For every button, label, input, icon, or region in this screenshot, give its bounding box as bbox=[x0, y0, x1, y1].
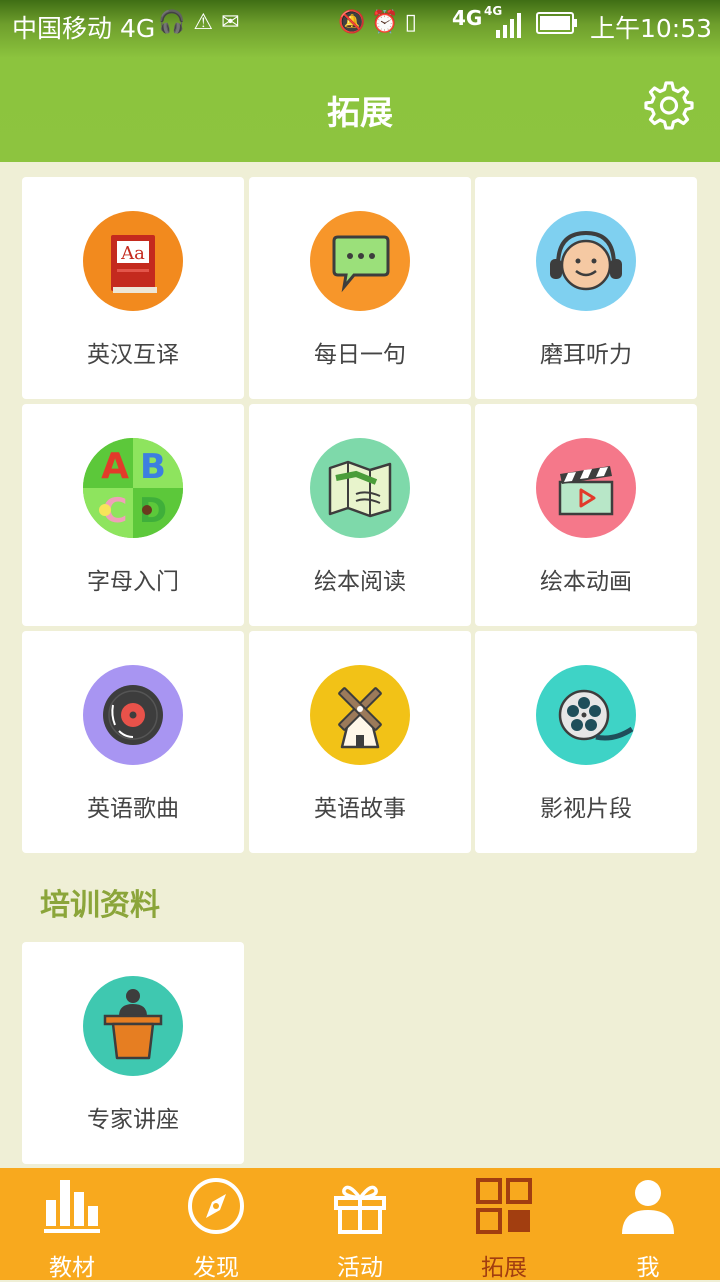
nav-label: 活动 bbox=[337, 1255, 383, 1281]
svg-text:B: B bbox=[140, 447, 166, 487]
nav-item-discover[interactable]: 发现 bbox=[144, 1168, 288, 1281]
svg-text:Aa: Aa bbox=[120, 243, 145, 264]
nav-item-activities[interactable]: 活动 bbox=[288, 1168, 432, 1281]
svg-text:A: A bbox=[101, 446, 129, 487]
tile-daily-sentence[interactable]: 每日一句 bbox=[249, 177, 471, 399]
tile-picture-book-animation[interactable]: 绘本动画 bbox=[475, 404, 697, 626]
tile-label: 磨耳听力 bbox=[540, 342, 632, 368]
chat-bubble-icon bbox=[310, 211, 410, 311]
nav-label: 发现 bbox=[193, 1255, 239, 1281]
nav-item-textbook[interactable]: 教材 bbox=[0, 1168, 144, 1281]
user-icon bbox=[622, 1180, 674, 1234]
section-title-training: 培训资料 bbox=[40, 888, 160, 923]
headphones-face-icon bbox=[536, 211, 636, 311]
gift-icon bbox=[334, 1185, 386, 1234]
mute-alarm-sim-icons: 🔕⏰▯ bbox=[338, 10, 423, 35]
tile-alphabet-intro[interactable]: A B C D 字母入门 bbox=[22, 404, 244, 626]
nav-label: 教材 bbox=[49, 1255, 95, 1281]
nav-item-me[interactable]: 我 bbox=[576, 1168, 720, 1281]
nav-item-expand[interactable]: 拓展 bbox=[432, 1168, 576, 1281]
grid-icon bbox=[476, 1178, 532, 1234]
tile-label: 绘本动画 bbox=[540, 569, 632, 595]
settings-gear-icon[interactable] bbox=[644, 80, 694, 130]
bar-chart-icon bbox=[44, 1180, 100, 1233]
battery-icon bbox=[536, 12, 577, 34]
tile-label: 英汉互译 bbox=[87, 342, 179, 368]
status-bar: 中国移动 4G 🎧⚠✉ 🔕⏰▯ 4G 4G 上午10:53 bbox=[0, 0, 720, 50]
tile-picture-book-reading[interactable]: 绘本阅读 bbox=[249, 404, 471, 626]
film-reel-icon bbox=[536, 665, 636, 765]
open-map-book-icon bbox=[310, 438, 410, 538]
notification-icons: 🎧⚠✉ bbox=[158, 10, 248, 35]
tile-label: 英语故事 bbox=[314, 796, 406, 822]
vinyl-record-icon bbox=[83, 665, 183, 765]
tile-film-clips[interactable]: 影视片段 bbox=[475, 631, 697, 853]
dictionary-book-icon: Aa bbox=[83, 211, 183, 311]
tile-label: 专家讲座 bbox=[87, 1107, 179, 1133]
tile-expert-lectures[interactable]: 专家讲座 bbox=[22, 942, 244, 1164]
tile-english-chinese-translate[interactable]: Aa 英汉互译 bbox=[22, 177, 244, 399]
tile-english-stories[interactable]: 英语故事 bbox=[249, 631, 471, 853]
lecturer-podium-icon bbox=[83, 976, 183, 1076]
bottom-navigation: 教材 发现 活动 拓展 我 bbox=[0, 1168, 720, 1281]
tile-label: 英语歌曲 bbox=[87, 796, 179, 822]
page-title: 拓展 bbox=[327, 93, 393, 132]
alphabet-blocks-icon: A B C D bbox=[83, 438, 183, 538]
tile-english-songs[interactable]: 英语歌曲 bbox=[22, 631, 244, 853]
tile-label: 每日一句 bbox=[314, 342, 406, 368]
clock-time: 上午10:53 bbox=[590, 14, 713, 43]
nav-label: 拓展 bbox=[481, 1255, 527, 1281]
tile-label: 绘本阅读 bbox=[314, 569, 406, 595]
app-header: 中国移动 4G 🎧⚠✉ 🔕⏰▯ 4G 4G 上午10:53 拓展 bbox=[0, 0, 720, 162]
tile-listening[interactable]: 磨耳听力 bbox=[475, 177, 697, 399]
compass-icon bbox=[188, 1178, 244, 1234]
tile-label: 字母入门 bbox=[87, 569, 179, 595]
signal-icon bbox=[496, 13, 521, 38]
carrier-label: 中国移动 4G bbox=[12, 14, 156, 43]
nav-label: 我 bbox=[636, 1255, 660, 1281]
clapperboard-icon bbox=[536, 438, 636, 538]
windmill-icon bbox=[310, 665, 410, 765]
network-type-label: 4G bbox=[452, 6, 483, 30]
tile-label: 影视片段 bbox=[540, 796, 632, 822]
